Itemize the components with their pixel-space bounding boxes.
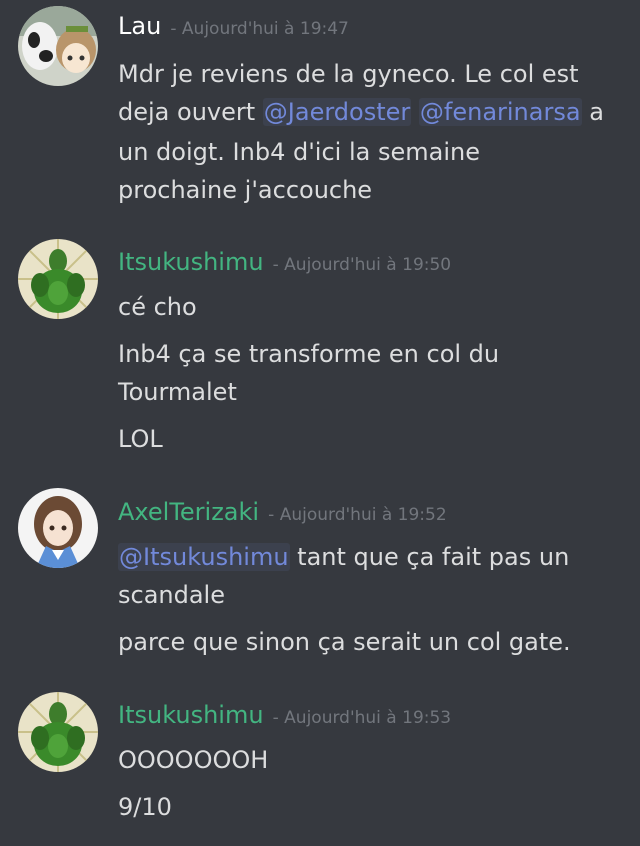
- mention-itsukushimu[interactable]: @Itsukushimu: [118, 543, 290, 571]
- message-text: Mdr je reviens de la gyneco. Le col est: [118, 60, 579, 88]
- message-text: scandale: [118, 581, 225, 609]
- message-text: prochaine j'accouche: [118, 176, 373, 204]
- timestamp: - Aujourd'hui à 19:53: [272, 708, 452, 728]
- message-line: un doigt. Inb4 d'ici la semaine: [118, 133, 480, 171]
- message-text: Tourmalet: [118, 378, 237, 406]
- timestamp: - Aujourd'hui à 19:47: [170, 19, 349, 39]
- timestamp: - Aujourd'hui à 19:50: [272, 255, 452, 275]
- message-text: 9/10: [118, 793, 172, 821]
- avatar-itsukushimu[interactable]: [18, 239, 98, 319]
- message-text: cé cho: [118, 293, 197, 321]
- mention-fenarinarsa[interactable]: @fenarinarsa: [418, 98, 582, 126]
- message-line: Mdr je reviens de la gyneco. Le col est: [118, 55, 579, 93]
- anime-girl-kimono-avatar-icon: [18, 488, 98, 568]
- username[interactable]: AxelTerizaki: [118, 498, 259, 526]
- anime-girl-cow-avatar-icon: [18, 6, 98, 86]
- message-line: prochaine j'accouche: [118, 171, 372, 209]
- message-text: a: [581, 98, 604, 126]
- message-text: LOL: [118, 425, 163, 453]
- message-line: deja ouvert @Jaerdoster @fenarinarsa a: [118, 93, 604, 131]
- message-text: parce que sinon ça serait un col gate.: [118, 628, 571, 656]
- username[interactable]: Itsukushimu: [118, 701, 264, 729]
- message-text: Inb4 ça se transforme en col du: [118, 340, 500, 368]
- message-text: tant que ça fait pas un: [289, 543, 570, 571]
- avatar-itsukushimu[interactable]: [18, 692, 98, 772]
- timestamp: - Aujourd'hui à 19:52: [268, 505, 447, 525]
- mention-jaerdoster[interactable]: @Jaerdoster: [262, 98, 412, 126]
- username[interactable]: Lau: [118, 12, 161, 40]
- message-line: @Itsukushimu tant que ça fait pas un: [118, 538, 569, 576]
- green-muscle-cactus-avatar-icon: [18, 239, 98, 319]
- avatar-axelterizaki[interactable]: [18, 488, 98, 568]
- message-text: deja ouvert: [118, 98, 263, 126]
- avatar-lau[interactable]: [18, 6, 98, 86]
- green-muscle-cactus-avatar-icon: [18, 692, 98, 772]
- message-text: OOOOOOOH: [118, 746, 269, 774]
- message-text: un doigt. Inb4 d'ici la semaine: [118, 138, 480, 166]
- username[interactable]: Itsukushimu: [118, 248, 264, 276]
